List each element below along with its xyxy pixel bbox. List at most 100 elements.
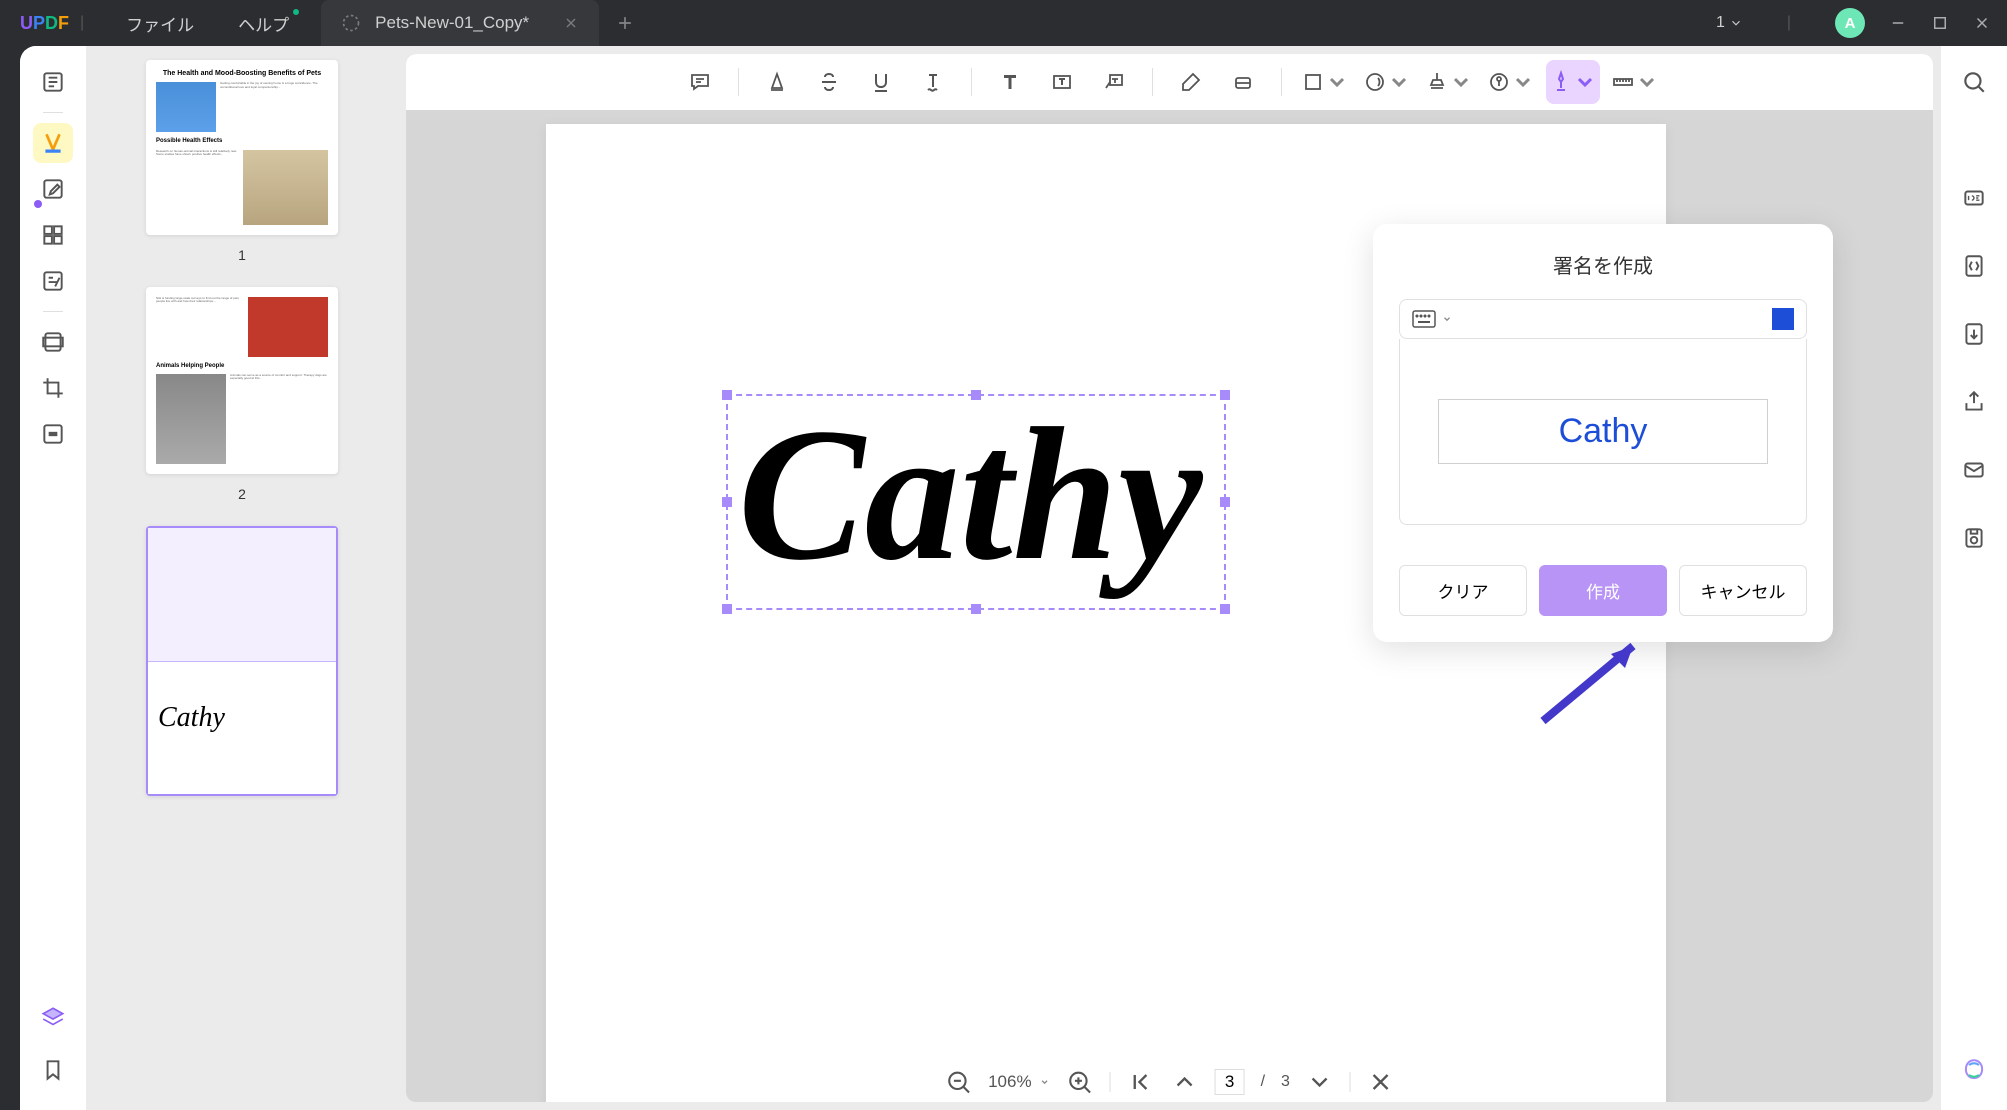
chevron-down-icon <box>1635 70 1659 94</box>
separator <box>43 112 63 113</box>
sticker-button[interactable] <box>1360 60 1414 104</box>
first-page-button[interactable] <box>1127 1068 1155 1096</box>
compress-button[interactable] <box>1954 314 1994 354</box>
app-logo: UPDF <box>0 13 60 34</box>
page-input[interactable] <box>1215 1069 1245 1095</box>
prev-page-button[interactable] <box>1171 1068 1199 1096</box>
notification-dot-icon <box>293 9 299 15</box>
layers-button[interactable] <box>33 998 73 1038</box>
thumbnail-panel[interactable]: The Health and Mood-Boosting Benefits of… <box>86 46 398 1110</box>
status-bar: 106% / 3 <box>924 1062 1415 1102</box>
search-button[interactable] <box>1954 62 1994 102</box>
ocr-button[interactable] <box>1954 178 1994 218</box>
page-number-label: 2 <box>146 486 338 502</box>
form-tool[interactable] <box>33 261 73 301</box>
zoom-out-button[interactable] <box>944 1068 972 1096</box>
separator <box>1110 1072 1111 1092</box>
menu-help[interactable]: ヘルプ <box>238 11 289 36</box>
page-thumbnail-2[interactable]: NIH is funding large-scale surveys to fi… <box>146 287 338 474</box>
clear-button[interactable]: クリア <box>1399 565 1527 616</box>
thumb-image-icon <box>156 82 216 132</box>
thumb-heading: The Health and Mood-Boosting Benefits of… <box>156 70 328 78</box>
close-bar-button[interactable] <box>1367 1068 1395 1096</box>
thumb-signature-preview: Cathy <box>148 662 336 774</box>
comment-tool[interactable] <box>33 123 73 163</box>
measure-button[interactable] <box>1608 60 1662 104</box>
resize-handle-icon[interactable] <box>722 497 732 507</box>
resize-handle-icon[interactable] <box>1220 604 1230 614</box>
email-button[interactable] <box>1954 450 1994 490</box>
strikethrough-button[interactable] <box>807 60 851 104</box>
cancel-button[interactable]: キャンセル <box>1679 565 1807 616</box>
separator: | <box>1787 14 1791 32</box>
resize-handle-icon[interactable] <box>722 604 732 614</box>
resize-handle-icon[interactable] <box>971 604 981 614</box>
active-tool-indicator-icon <box>34 200 42 208</box>
page-thumbnail-1[interactable]: The Health and Mood-Boosting Benefits of… <box>146 60 338 235</box>
chevron-down-icon <box>1449 70 1473 94</box>
next-page-button[interactable] <box>1306 1068 1334 1096</box>
resize-handle-icon[interactable] <box>1220 497 1230 507</box>
new-tab-button[interactable] <box>615 13 635 33</box>
chevron-down-icon <box>1729 16 1743 30</box>
convert-button[interactable] <box>1954 246 1994 286</box>
page-separator: / <box>1261 1073 1265 1091</box>
maximize-button[interactable] <box>1931 14 1949 32</box>
sync-indicator[interactable]: 1 <box>1716 14 1743 32</box>
page-number-label: 1 <box>146 247 338 263</box>
callout-button[interactable] <box>1092 60 1136 104</box>
zoom-in-button[interactable] <box>1066 1068 1094 1096</box>
resize-handle-icon[interactable] <box>1220 390 1230 400</box>
chevron-down-icon <box>1040 1077 1050 1087</box>
share-button[interactable] <box>1954 382 1994 422</box>
textbox-button[interactable] <box>1040 60 1084 104</box>
highlight-button[interactable] <box>755 60 799 104</box>
minimize-button[interactable] <box>1889 14 1907 32</box>
close-window-button[interactable] <box>1973 14 1991 32</box>
underline-button[interactable] <box>859 60 903 104</box>
text-button[interactable] <box>988 60 1032 104</box>
signature-button[interactable] <box>1546 60 1600 104</box>
note-button[interactable] <box>678 60 722 104</box>
separator: | <box>80 14 84 32</box>
canvas-area: Cathy 署名を作成 クリア 作成 キャンセル <box>406 54 1933 1102</box>
attachment-button[interactable] <box>1484 60 1538 104</box>
separator <box>1152 68 1153 96</box>
shape-button[interactable] <box>1298 60 1352 104</box>
pencil-button[interactable] <box>1169 60 1213 104</box>
document-tab[interactable]: Pets-New-01_Copy* <box>321 0 599 46</box>
left-toolbar <box>20 46 86 1110</box>
ai-assistant-button[interactable] <box>1954 1050 1994 1090</box>
reader-tool[interactable] <box>33 62 73 102</box>
thumb-image-icon <box>248 297 328 357</box>
separator <box>43 311 63 312</box>
protect-tool[interactable] <box>33 322 73 362</box>
redact-tool[interactable] <box>33 414 73 454</box>
signature-selection[interactable]: Cathy <box>726 394 1226 610</box>
thumb-heading: Possible Health Effects <box>156 138 328 145</box>
crop-tool[interactable] <box>33 368 73 408</box>
thumb-image-icon <box>156 374 226 464</box>
save-button[interactable] <box>1954 518 1994 558</box>
zoom-level[interactable]: 106% <box>988 1072 1049 1092</box>
stamp-button[interactable] <box>1422 60 1476 104</box>
user-avatar[interactable]: A <box>1835 8 1865 38</box>
page-thumbnail-3[interactable]: Cathy <box>146 526 338 796</box>
main-area: The Health and Mood-Boosting Benefits of… <box>20 46 2007 1110</box>
tab-title: Pets-New-01_Copy* <box>375 13 529 33</box>
bookmark-button[interactable] <box>33 1050 73 1090</box>
squiggly-button[interactable] <box>911 60 955 104</box>
close-tab-icon[interactable] <box>563 15 579 31</box>
organize-tool[interactable] <box>33 215 73 255</box>
menu-file[interactable]: ファイル <box>126 11 194 36</box>
resize-handle-icon[interactable] <box>722 390 732 400</box>
separator <box>971 68 972 96</box>
color-swatch[interactable] <box>1772 308 1794 330</box>
signature-input[interactable] <box>1438 399 1767 464</box>
eraser-button[interactable] <box>1221 60 1265 104</box>
create-button[interactable]: 作成 <box>1539 565 1667 616</box>
separator <box>1281 68 1282 96</box>
thumb-heading: Animals Helping People <box>156 363 328 370</box>
input-mode-select[interactable] <box>1412 310 1452 328</box>
dialog-title: 署名を作成 <box>1399 250 1807 279</box>
